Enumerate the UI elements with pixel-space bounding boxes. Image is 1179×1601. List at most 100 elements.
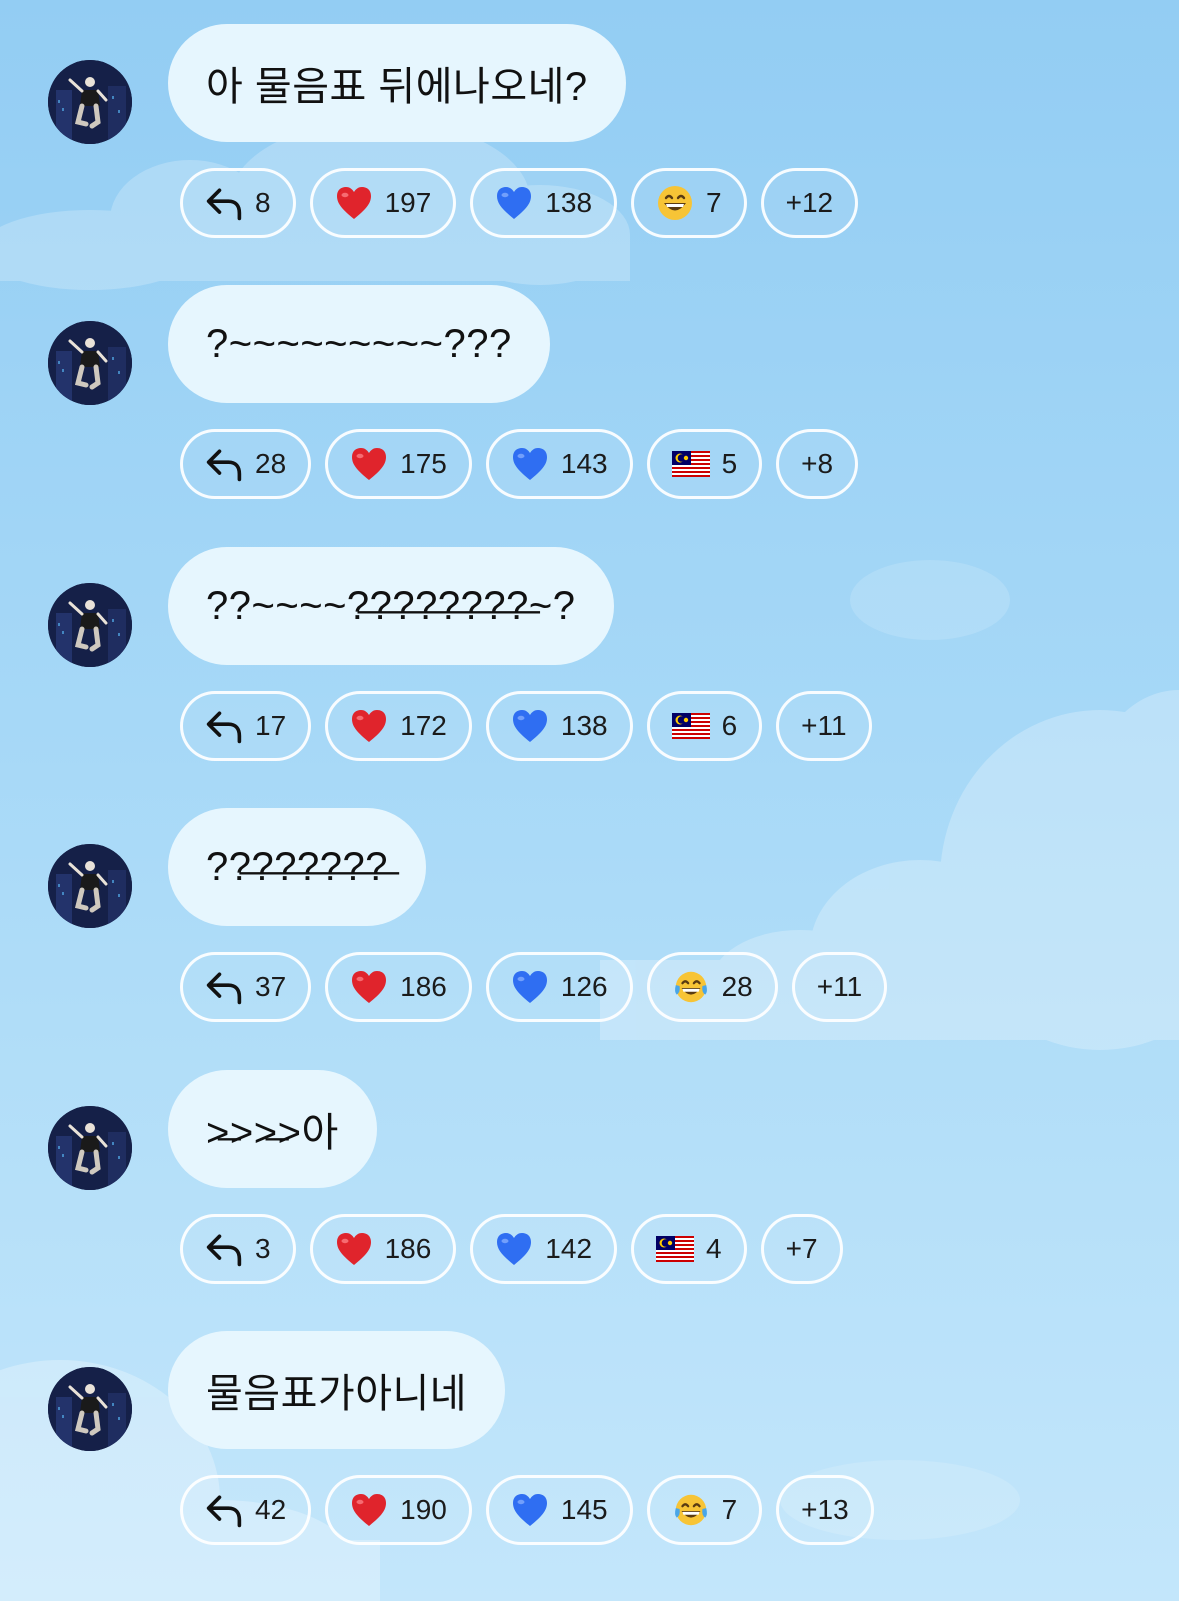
reaction-count: 172 [400, 710, 447, 741]
reaction-button[interactable]: 6 [646, 691, 763, 761]
reaction-button[interactable]: 143 [485, 429, 633, 499]
blue-heart-icon [511, 968, 549, 1006]
reply-icon [205, 445, 243, 483]
malaysia-flag-icon [656, 1230, 695, 1268]
message-row: ??̶?̶?̶?̶?̶?̶?̶ 37 186 126 28 +11 [0, 808, 1179, 1070]
message-text: >̶>>̶>아 [206, 1111, 339, 1155]
reply-count-button[interactable]: 28 [180, 429, 312, 499]
reply-icon [205, 968, 243, 1006]
avatar[interactable] [48, 844, 132, 928]
message-row: >̶>>̶>아 3 186 142 4 +7 [0, 1070, 1179, 1332]
reply-count-button[interactable]: 42 [180, 1475, 312, 1545]
message-bubble[interactable]: ??̶?̶?̶?̶?̶?̶?̶ [168, 808, 426, 926]
more-reactions-label: +11 [801, 710, 847, 741]
reply-icon [205, 1491, 243, 1529]
blue-heart-icon [511, 1491, 549, 1529]
malaysia-flag-icon [671, 707, 710, 745]
more-reactions-button[interactable]: +7 [760, 1214, 843, 1284]
more-reactions-button[interactable]: +8 [776, 429, 859, 499]
reaction-count: 3 [255, 1233, 271, 1264]
reaction-count: 145 [560, 1494, 608, 1525]
message-text: ?~~~~~~~~~??? [206, 321, 512, 366]
more-reactions-label: +12 [785, 187, 834, 218]
reply-icon [205, 184, 243, 222]
reply-count-button[interactable]: 3 [180, 1214, 296, 1284]
reaction-count: 138 [545, 187, 593, 218]
message-bubble[interactable]: 아 물음표 뒤에나오네? [168, 24, 626, 142]
reaction-button[interactable]: 186 [325, 952, 472, 1022]
avatar[interactable] [48, 321, 132, 405]
reaction-count: 7 [721, 1494, 738, 1525]
reaction-count: 143 [560, 448, 608, 479]
reply-count-button[interactable]: 17 [180, 691, 312, 761]
reaction-count: 4 [706, 1233, 722, 1264]
reaction-button[interactable]: 28 [646, 952, 778, 1022]
reaction-button[interactable]: 172 [325, 691, 472, 761]
tears-of-joy-icon [672, 1491, 710, 1529]
reaction-count: 138 [560, 710, 608, 741]
red-heart-icon [350, 445, 388, 483]
message-bubble[interactable]: ?~~~~~~~~~??? [168, 285, 550, 403]
grinning-face-icon [656, 184, 694, 222]
blue-heart-icon [495, 184, 533, 222]
reaction-button[interactable]: 7 [646, 1475, 763, 1545]
reaction-button[interactable]: 4 [631, 1214, 747, 1284]
reaction-button[interactable]: 5 [646, 429, 763, 499]
reaction-count: 5 [721, 448, 738, 479]
more-reactions-button[interactable]: +11 [791, 952, 888, 1022]
reaction-button[interactable]: 197 [309, 168, 457, 238]
avatar[interactable] [48, 1367, 132, 1451]
reaction-button[interactable]: 190 [325, 1475, 472, 1545]
message-text: 물음표가아니네 [206, 1372, 468, 1416]
reaction-count: 186 [400, 971, 447, 1002]
more-reactions-button[interactable]: +12 [760, 168, 859, 238]
message-row: 물음표가아니네 42 190 145 7 +13 [0, 1331, 1179, 1593]
message-text: 아 물음표 뒤에나오네? [206, 65, 588, 109]
reaction-count: 37 [255, 971, 287, 1002]
reaction-bar: 37 186 126 28 +11 [180, 952, 888, 1022]
reaction-button[interactable]: 145 [485, 1475, 633, 1545]
reaction-count: 7 [706, 187, 722, 218]
reaction-button[interactable]: 186 [309, 1214, 457, 1284]
message-bubble[interactable]: 물음표가아니네 [168, 1331, 506, 1449]
red-heart-icon [335, 1230, 373, 1268]
reply-count-button[interactable]: 37 [180, 952, 312, 1022]
message-bubble[interactable]: ??~~~~?̶?̶?̶?̶?̶?̶?̶?̶~? [168, 547, 614, 665]
reaction-count: 197 [384, 187, 432, 218]
reply-icon [205, 707, 243, 745]
reaction-count: 8 [255, 187, 271, 218]
avatar[interactable] [48, 1106, 132, 1190]
reply-icon [205, 1230, 243, 1268]
reaction-count: 190 [400, 1494, 447, 1525]
more-reactions-label: +11 [816, 971, 863, 1002]
message-row: ?~~~~~~~~~??? 28 175 143 5 +8 [0, 285, 1179, 547]
message-text: ??~~~~?̶?̶?̶?̶?̶?̶?̶?̶~? [206, 583, 576, 628]
avatar[interactable] [48, 60, 132, 144]
reaction-button[interactable]: 142 [470, 1214, 618, 1284]
reaction-count: 175 [400, 448, 447, 479]
avatar[interactable] [48, 583, 132, 667]
reaction-count: 186 [384, 1233, 432, 1264]
reaction-count: 126 [560, 971, 608, 1002]
reaction-button[interactable]: 138 [485, 691, 633, 761]
blue-heart-icon [511, 707, 549, 745]
red-heart-icon [350, 707, 388, 745]
message-text: ??̶?̶?̶?̶?̶?̶?̶ [206, 844, 388, 889]
reaction-count: 42 [255, 1494, 287, 1525]
blue-heart-icon [495, 1230, 533, 1268]
reaction-count: 28 [255, 448, 287, 479]
message-row: 아 물음표 뒤에나오네? 8 197 138 7 +12 [0, 24, 1179, 286]
reaction-count: 142 [545, 1233, 593, 1264]
reaction-button[interactable]: 138 [470, 168, 618, 238]
more-reactions-button[interactable]: +11 [776, 691, 872, 761]
reaction-bar: 3 186 142 4 +7 [180, 1214, 843, 1284]
reaction-count: 28 [721, 971, 753, 1002]
reaction-bar: 28 175 143 5 +8 [180, 429, 859, 499]
reaction-button[interactable]: 7 [631, 168, 747, 238]
reaction-button[interactable]: 175 [325, 429, 472, 499]
reaction-button[interactable]: 126 [485, 952, 633, 1022]
reply-count-button[interactable]: 8 [180, 168, 296, 238]
more-reactions-button[interactable]: +13 [776, 1475, 874, 1545]
message-bubble[interactable]: >̶>>̶>아 [168, 1070, 377, 1188]
reaction-bar: 8 197 138 7 +12 [180, 168, 859, 238]
